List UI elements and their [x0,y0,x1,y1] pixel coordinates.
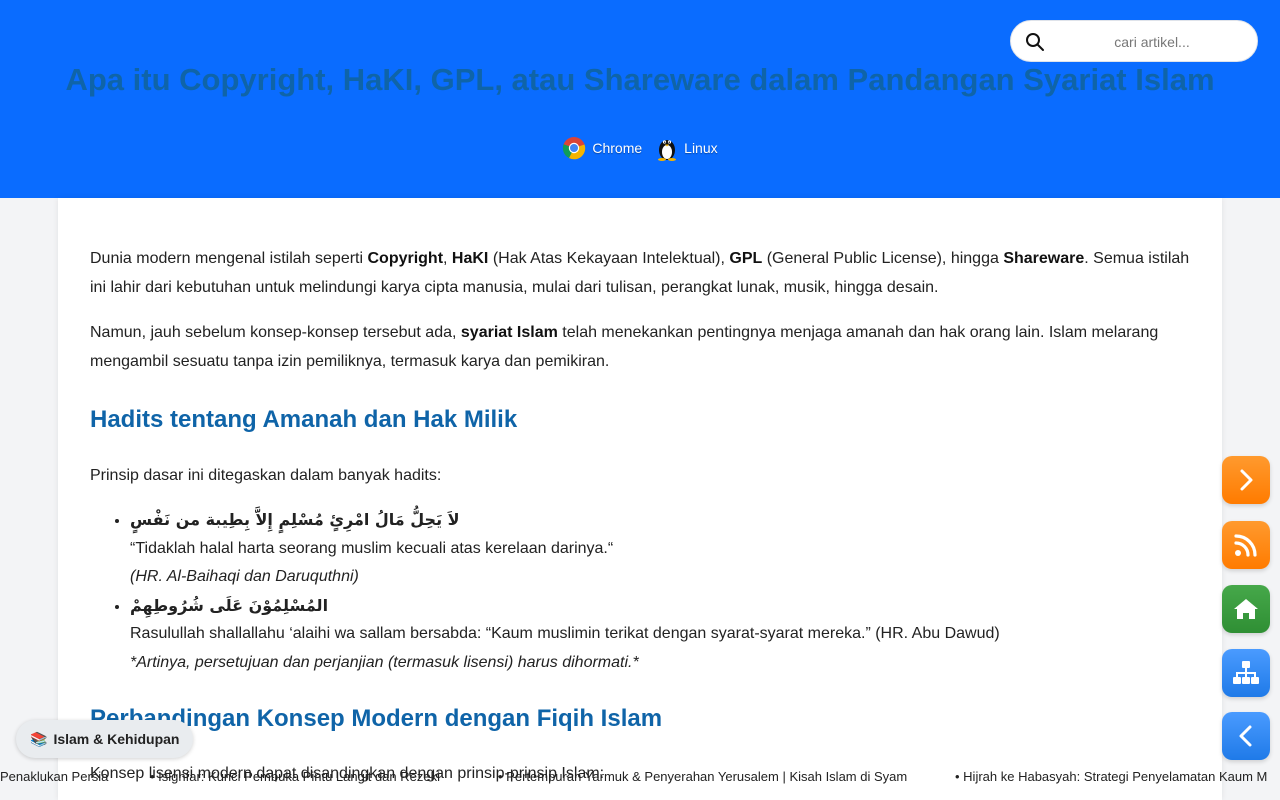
linux-tux-icon [658,140,677,161]
source-text: (HR. Al-Baihaqi dan Daruquthni) [130,568,359,585]
sitemap-button[interactable] [1222,649,1270,697]
previous-article-button[interactable] [1222,712,1270,760]
platform-list: Chrome Linux [0,135,1280,161]
home-icon [1234,599,1258,619]
next-article-button[interactable] [1222,456,1270,504]
rss-feed-button[interactable] [1222,521,1270,569]
rss-icon [1234,534,1257,557]
search-icon[interactable] [1025,32,1045,52]
translation-text: “Tidaklah halal harta seorang muslim kec… [130,539,614,557]
platform-chrome-label: Chrome [592,140,643,156]
platform-linux-label: Linux [684,140,718,156]
ticker-item[interactable]: Penaklukan Persia [0,769,108,784]
article-card: Dunia modern mengenal istilah seperti Co… [58,198,1222,800]
chevron-right-icon [1240,469,1253,491]
translation-text: Rasulullah shallallahu ‘alaihi wa sallam… [130,625,1000,642]
section-heading-hadits: Hadits tentang Amanah dan Hak Milik [90,406,518,433]
list-item: المُسْلِمُوْنَ عَلَى شُرُوطِهِمْ Rasulul… [130,592,1190,678]
chrome-icon [563,137,586,160]
platform-linux[interactable]: Linux [656,135,718,161]
note-text: *Artinya, persetujuan dan perjanjian (te… [130,653,639,671]
second-paragraph: Namun, jauh sebelum konsep-konsep terseb… [90,324,1159,370]
home-button[interactable] [1222,585,1270,633]
site-header: Apa itu Copyright, HaKI, GPL, atau Share… [0,0,1280,198]
books-icon: 📚 [30,730,48,747]
platform-chrome[interactable]: Chrome [562,136,642,160]
page-title: Apa itu Copyright, HaKI, GPL, atau Share… [65,62,1215,97]
ticker-item[interactable]: • Hijrah ke Habasyah: Strategi Penyelama… [955,769,1267,784]
chevron-left-icon [1239,725,1252,747]
intro-paragraph: Dunia modern mengenal istilah seperti Co… [90,250,1190,296]
sitemap-icon [1233,661,1259,684]
list-item: لاَ يَحِلُّ مَالُ امْرِئٍ مُسْلِمٍ إِلاَ… [130,506,1190,592]
article-content: Dunia modern mengenal istilah seperti Co… [90,198,1190,788]
category-label: Islam & Kehidupan [53,731,180,747]
arabic-text: لاَ يَحِلُّ مَالُ امْرِئٍ مُسْلِمٍ إِلاَ… [130,510,460,529]
section-heading-comparison: Perbandingan Konsep Modern dengan Fiqih … [90,705,663,732]
search-box[interactable] [1010,20,1258,62]
hadith-list: لاَ يَحِلُّ مَالُ امْرِئٍ مُسْلِمٍ إِلاَ… [90,506,1190,677]
arabic-text: المُسْلِمُوْنَ عَلَى شُرُوطِهِمْ [130,595,329,615]
ticker-item[interactable]: • Isighfar: Kunci Pembuka Pintu Langit d… [150,769,440,784]
category-chip[interactable]: 📚 Islam & Kehidupan [16,720,194,758]
news-ticker: Penaklukan Persia • Isighfar: Kunci Pemb… [0,768,1280,788]
ticker-item[interactable]: • Pertempuran Yarmuk & Penyerahan Yerusa… [498,769,907,784]
search-input[interactable] [1055,30,1249,54]
hadits-intro-paragraph: Prinsip dasar ini ditegaskan dalam banya… [90,467,442,484]
